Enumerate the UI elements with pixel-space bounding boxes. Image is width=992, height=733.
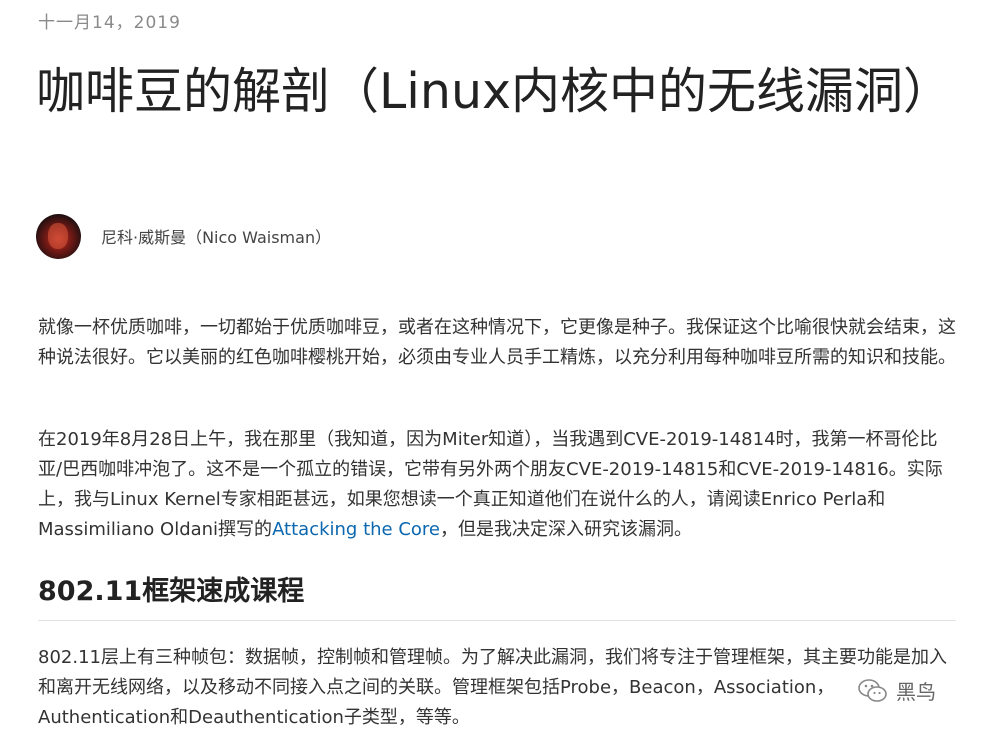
author-byline: 尼科·威斯曼（Nico Waisman）: [36, 213, 331, 259]
attacking-the-core-link[interactable]: Attacking the Core: [272, 519, 440, 540]
section-heading: 802.11框架速成课程: [38, 572, 956, 621]
wechat-watermark: 黑鸟: [858, 676, 936, 705]
paragraph-80211: 802.11层上有三种帧包：数据帧，控制帧和管理帧。为了解决此漏洞，我们将专注于…: [38, 647, 947, 728]
post-date: 十一月14，2019: [38, 13, 181, 33]
wechat-icon: [858, 678, 888, 704]
author-avatar[interactable]: [36, 213, 81, 259]
watermark-label: 黑鸟: [896, 680, 936, 704]
author-name[interactable]: 尼科·威斯曼（Nico Waisman）: [101, 224, 331, 248]
paragraph-cve-tail: ，但是我决定深入研究该漏洞。: [440, 519, 693, 540]
paragraph-cve: 在2019年8月28日上午，我在那里（我知道，因为Miter知道），当我遇到CV…: [38, 425, 958, 545]
paragraph-intro: 就像一杯优质咖啡，一切都始于优质咖啡豆，或者在这种情况下，它更像是种子。我保证这…: [38, 317, 956, 368]
post-title: 咖啡豆的解剖（Linux内核中的无线漏洞）: [36, 63, 953, 120]
